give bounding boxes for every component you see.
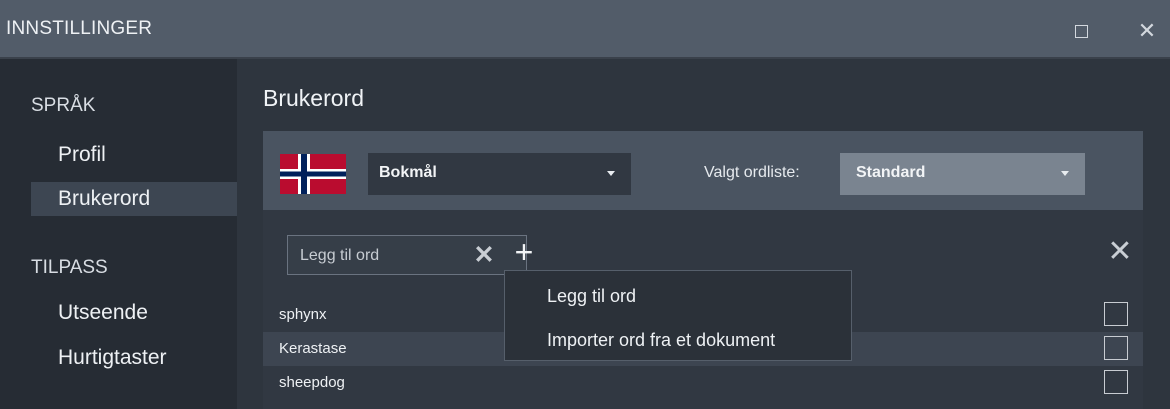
word-label: sheepdog [279,374,345,391]
word-checkbox[interactable] [1104,302,1128,326]
add-word-context-menu: Legg til ord Importer ord fra et dokumen… [504,270,852,361]
add-word-input[interactable] [300,245,470,267]
language-header: Bokmål Valgt ordliste: Standard [263,131,1143,210]
chevron-down-icon [1061,171,1069,176]
sidebar-item-utseende[interactable]: Utseende [31,296,237,330]
sidebar-item-brukerord[interactable]: Brukerord [31,182,237,216]
add-word-field: ✕ [287,235,527,275]
maximize-icon [1074,25,1088,39]
wordlist-label: Valgt ordliste: [704,164,800,181]
window-title: INNSTILLINGER [6,18,153,39]
word-row[interactable]: sheepdog [263,366,1143,400]
word-checkbox[interactable] [1104,370,1128,394]
close-panel-icon[interactable]: ✕ [1106,235,1134,269]
word-label: Kerastase [279,340,347,357]
word-label: sphynx [279,306,327,323]
language-select[interactable]: Bokmål [368,153,631,195]
wordlist-select-value: Standard [856,164,926,181]
page-title: Brukerord [263,85,364,111]
word-checkbox[interactable] [1104,336,1128,360]
sidebar: SPRÅK Profil Brukerord TILPASS Utseende … [0,59,237,409]
add-word-button[interactable]: + [508,232,540,272]
menu-item-add-word[interactable]: Legg til ord [505,277,851,315]
sidebar-section-sprak: SPRÅK [31,95,96,116]
close-window-button[interactable]: ✕ [1130,14,1164,48]
close-icon: ✕ [1137,18,1157,43]
sidebar-item-profil[interactable]: Profil [31,138,237,172]
clear-input-icon[interactable]: ✕ [472,241,496,269]
norway-flag-icon [280,154,346,194]
chevron-down-icon [607,171,615,176]
wordlist-select[interactable]: Standard [840,153,1085,195]
language-select-value: Bokmål [379,164,437,181]
maximize-button[interactable] [1064,14,1098,48]
title-bar: INNSTILLINGER ✕ [0,0,1170,59]
sidebar-item-hurtigtaster[interactable]: Hurtigtaster [31,341,237,375]
menu-item-import-words[interactable]: Importer ord fra et dokument [505,321,851,359]
sidebar-section-tilpass: TILPASS [31,257,108,278]
